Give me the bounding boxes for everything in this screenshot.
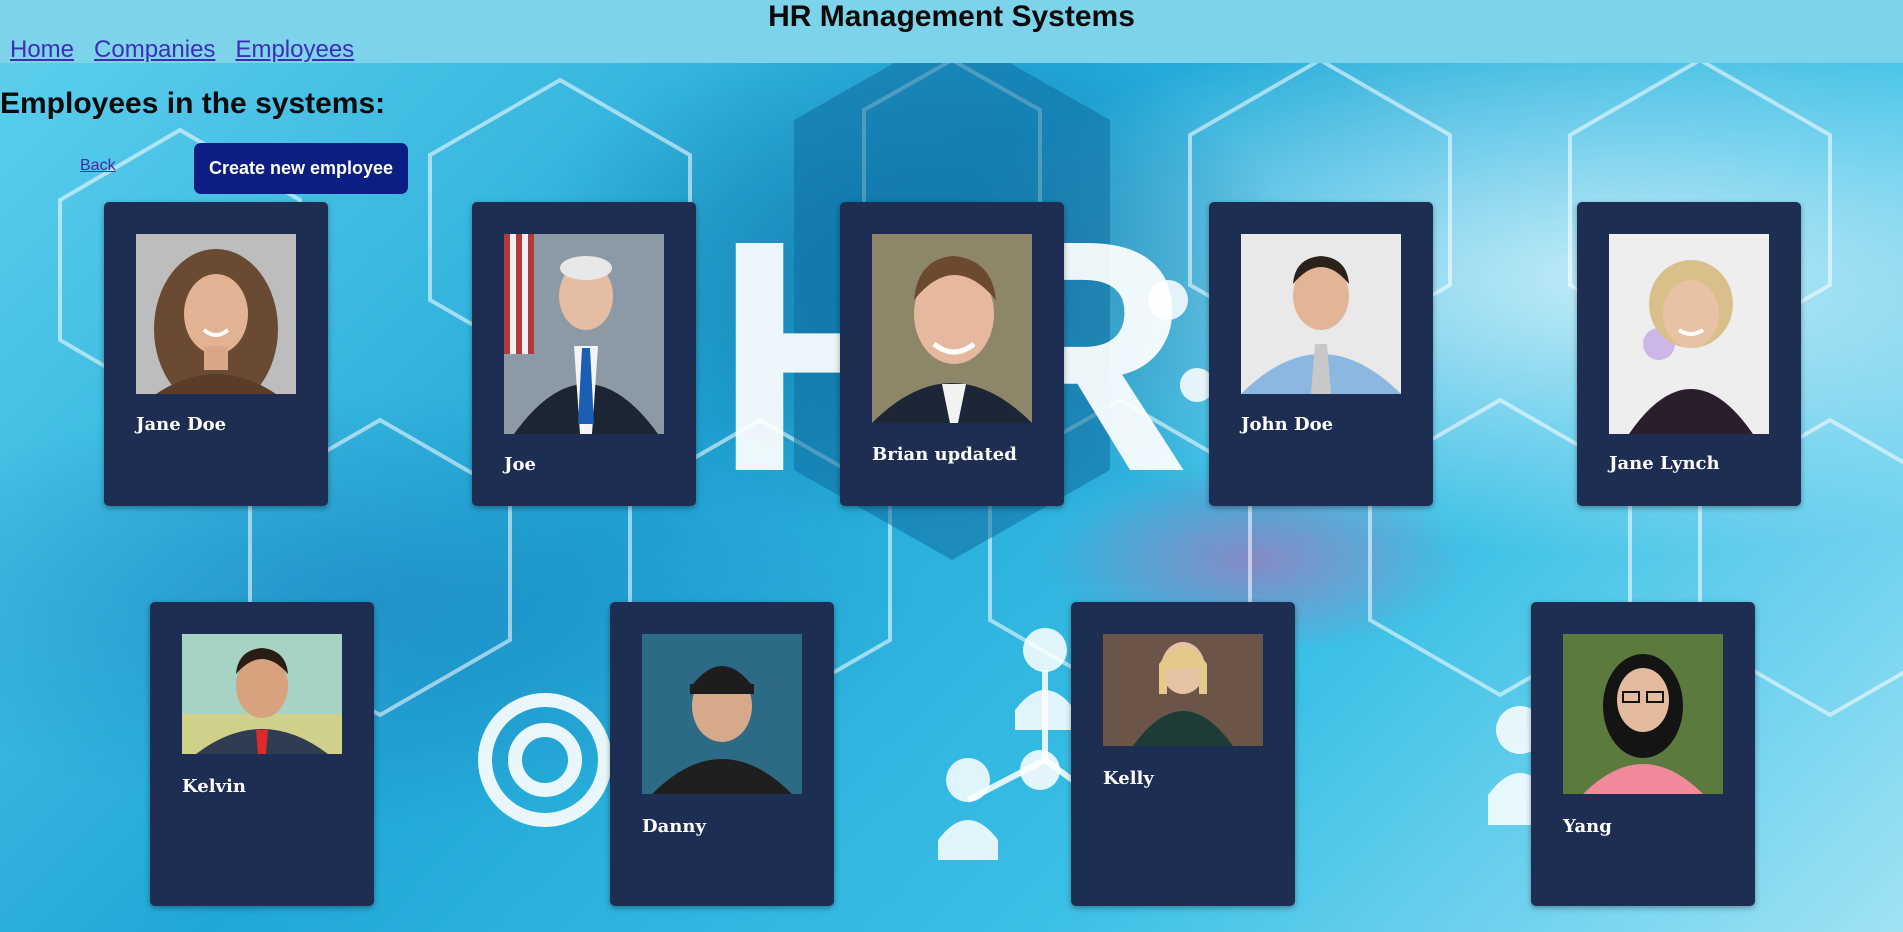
employee-photo xyxy=(504,234,664,434)
employee-card[interactable]: Joe xyxy=(472,202,696,506)
employee-photo xyxy=(136,234,296,394)
employee-card[interactable]: Kelvin xyxy=(150,602,374,906)
employee-card[interactable]: Yang xyxy=(1531,602,1755,906)
employee-card[interactable]: Brian updated xyxy=(840,202,1064,506)
employee-name: Brian updated xyxy=(872,444,1017,465)
employee-photo xyxy=(1563,634,1723,794)
employee-photo xyxy=(182,634,342,754)
employee-name: Yang xyxy=(1563,816,1612,837)
employee-name: Kelvin xyxy=(182,776,246,797)
employee-photo xyxy=(1609,234,1769,434)
employee-card[interactable]: John Doe xyxy=(1209,202,1433,506)
create-employee-button[interactable]: Create new employee xyxy=(194,143,408,194)
employee-name: Kelly xyxy=(1103,768,1154,789)
employee-photo xyxy=(1103,634,1263,746)
employee-name: Jane Doe xyxy=(136,414,227,435)
employee-card[interactable]: Jane Lynch xyxy=(1577,202,1801,506)
employee-photo xyxy=(872,234,1032,423)
main-nav: Home Companies Employees xyxy=(10,36,354,64)
employee-name: Jane Lynch xyxy=(1609,453,1720,474)
nav-home-link[interactable]: Home xyxy=(10,36,74,64)
nav-employees-link[interactable]: Employees xyxy=(235,36,354,64)
employee-photo xyxy=(642,634,802,794)
employee-photo xyxy=(1241,234,1401,394)
employee-name: Danny xyxy=(642,816,706,837)
nav-companies-link[interactable]: Companies xyxy=(94,36,215,64)
employee-name: John Doe xyxy=(1241,414,1334,435)
top-bar: HR Management Systems Home Companies Emp… xyxy=(0,0,1903,63)
page-heading: Employees in the systems: xyxy=(0,87,386,120)
employee-card[interactable]: Danny xyxy=(610,602,834,906)
employee-card[interactable]: Kelly xyxy=(1071,602,1295,906)
employee-card[interactable]: Jane Doe xyxy=(104,202,328,506)
back-link[interactable]: Back xyxy=(80,157,116,175)
app-title: HR Management Systems xyxy=(768,0,1135,33)
employee-name: Joe xyxy=(504,454,536,475)
